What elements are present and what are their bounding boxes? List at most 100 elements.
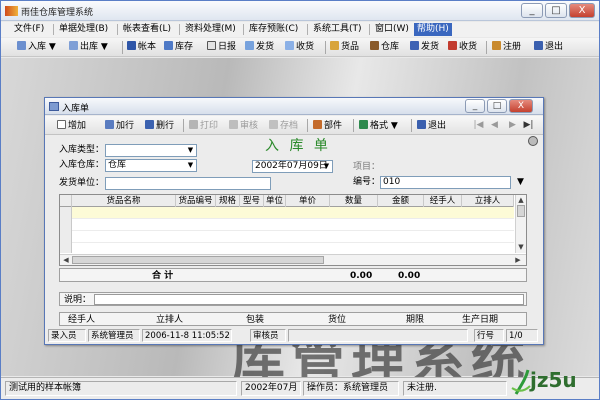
toolbar-inventory-button[interactable]: 库存 (164, 40, 193, 55)
toolbar-label: 退出 (545, 42, 564, 52)
note-input[interactable] (94, 294, 524, 305)
menu-data[interactable]: 资料处理(M) (182, 23, 239, 36)
scroll-thumb[interactable] (72, 256, 324, 264)
menu-stock-alert[interactable]: 库存预账(C) (246, 23, 301, 36)
column-header[interactable]: 货品编号 (176, 195, 216, 207)
minimize-button[interactable]: _ (521, 3, 543, 18)
column-header[interactable]: 经手人 (424, 195, 462, 207)
date-picker[interactable]: 2002年07月09日 ▼ (252, 160, 333, 173)
toolbar-receive-button-2[interactable]: 收货 (448, 40, 477, 55)
toolbar-stock-out-button[interactable]: 出库 ▼ (69, 40, 108, 55)
menu-bar: 文件(F) 单据处理(B) 帐表查看(L) 资料处理(M) 库存预账(C) 系统… (1, 22, 599, 37)
scroll-thumb[interactable] (517, 205, 525, 217)
toolbar-divider (411, 119, 412, 132)
menu-divider (307, 24, 308, 35)
total-amount: 0.00 (398, 271, 421, 281)
supplier-input[interactable] (105, 177, 271, 190)
row-selector-column (60, 207, 72, 253)
print-button[interactable]: 打印 (189, 119, 218, 133)
toolbar-warehouse-button[interactable]: 仓库 (370, 40, 399, 55)
scroll-down-icon[interactable]: ▼ (516, 243, 526, 251)
audit-button[interactable]: 审核 (229, 119, 258, 133)
form-icon (49, 102, 59, 111)
status-operator: 操作员：系统管理员 (303, 381, 399, 396)
close-button[interactable]: X (569, 3, 595, 18)
toolbar-ship-button[interactable]: 发货 (245, 40, 274, 55)
parts-icon (313, 120, 322, 129)
ship-icon (410, 41, 419, 50)
toolbar-receive-button[interactable]: 收货 (285, 40, 314, 55)
type-select[interactable]: ▼ (105, 144, 197, 157)
project-label: 项目： (353, 162, 381, 172)
items-grid[interactable]: 货品名称 货品编号 规格 型号 单位 单价 数量 金额 经手人 立排人 ▲ ▼ (59, 194, 527, 266)
reviewer-value (288, 329, 468, 342)
column-header[interactable]: 立排人 (462, 195, 514, 207)
status-period: 2002年07月 (241, 381, 301, 396)
info-location: 货位 (328, 315, 347, 325)
app-logo-icon (5, 6, 18, 16)
first-record-icon[interactable]: |◀ (473, 119, 484, 132)
warehouse-select[interactable]: 仓库 ▼ (105, 159, 197, 172)
parts-button[interactable]: 部件 (313, 119, 342, 133)
menu-file[interactable]: 文件(F) (11, 23, 47, 36)
horizontal-scrollbar[interactable]: ◀ ▶ (60, 254, 526, 265)
scroll-up-icon[interactable]: ▲ (516, 196, 526, 204)
table-row[interactable] (72, 231, 514, 243)
menu-window[interactable]: 窗口(W) (372, 23, 412, 36)
delete-row-button[interactable]: 删行 (145, 119, 174, 133)
audit-icon (229, 120, 238, 129)
print-label: 打印 (200, 121, 219, 131)
column-header[interactable]: 数量 (330, 195, 378, 207)
parts-label: 部件 (324, 121, 343, 131)
child-maximize-button[interactable]: □ (487, 99, 507, 113)
toolbar-label: 收货 (459, 42, 478, 52)
toolbar-register-button[interactable]: 注册 (492, 40, 521, 55)
table-row[interactable] (72, 207, 514, 219)
column-header[interactable]: 型号 (240, 195, 264, 207)
warehouse-icon (370, 41, 379, 50)
toolbar-goods-button[interactable]: 货品 (330, 40, 359, 55)
printer-icon (189, 120, 198, 129)
receive-icon (448, 41, 457, 50)
child-close-button[interactable]: X (509, 99, 533, 113)
menu-tools[interactable]: 系统工具(T) (310, 23, 365, 36)
scroll-left-icon[interactable]: ◀ (61, 256, 71, 264)
number-input[interactable]: 010 (380, 176, 511, 189)
add-row-button[interactable]: 加行 (105, 119, 134, 133)
toolbar-label: 货品 (341, 42, 360, 52)
toolbar-daily-report-button[interactable]: 日报 (207, 40, 236, 55)
menu-help[interactable]: 帮助(H) (414, 23, 452, 36)
menu-documents[interactable]: 单据处理(B) (56, 23, 111, 36)
table-row[interactable] (72, 219, 514, 231)
add-button[interactable]: 增加 (57, 119, 86, 133)
vertical-scrollbar[interactable]: ▲ ▼ (515, 195, 526, 253)
menu-divider (243, 24, 244, 35)
column-header[interactable]: 单位 (264, 195, 286, 207)
toolbar-ship-button-2[interactable]: 发货 (410, 40, 439, 55)
note-label: 说明： (64, 295, 92, 305)
previous-record-icon[interactable]: ◀ (489, 119, 500, 132)
last-record-icon[interactable]: ▶| (523, 119, 534, 132)
child-minimize-button[interactable]: _ (465, 99, 485, 113)
toolbar-divider (183, 119, 184, 132)
save-button[interactable]: 存档 (269, 119, 298, 133)
next-record-icon[interactable]: ▶ (507, 119, 518, 132)
scroll-right-icon[interactable]: ▶ (513, 256, 523, 264)
toolbar-label: 入库 (28, 42, 47, 52)
maximize-button[interactable]: □ (545, 3, 567, 18)
grid-header: 货品名称 货品编号 规格 型号 单位 单价 数量 金额 经手人 立排人 (60, 195, 514, 207)
toolbar-stock-in-button[interactable]: 入库 ▼ (17, 40, 56, 55)
column-header[interactable]: 货品名称 (72, 195, 176, 207)
settings-icon[interactable] (528, 136, 538, 146)
chevron-down-icon[interactable]: ▼ (517, 176, 524, 188)
column-header[interactable]: 金额 (378, 195, 424, 207)
menu-reports[interactable]: 帐表查看(L) (120, 23, 174, 36)
menu-divider (179, 24, 180, 35)
format-button[interactable]: 格式 ▼ (359, 119, 398, 133)
column-header[interactable]: 单价 (286, 195, 330, 207)
form-exit-button[interactable]: 退出 (417, 119, 446, 133)
reviewer-label: 审核员 (250, 329, 286, 342)
column-header[interactable]: 规格 (216, 195, 240, 207)
toolbar-ledger-button[interactable]: 帐本 (127, 40, 156, 55)
toolbar-exit-button[interactable]: 退出 (534, 40, 563, 55)
